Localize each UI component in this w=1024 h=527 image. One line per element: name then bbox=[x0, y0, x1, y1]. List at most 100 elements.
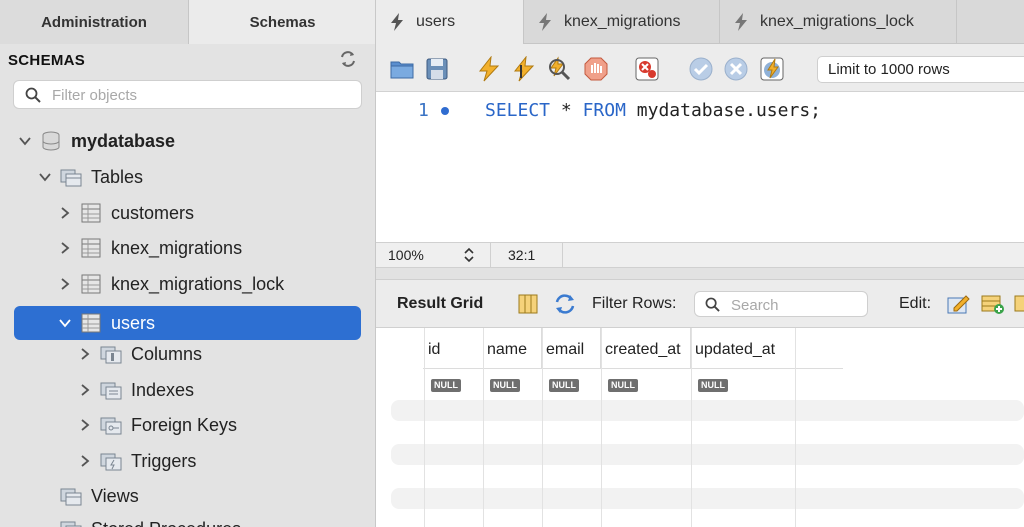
column-divider bbox=[795, 328, 796, 527]
explain-icon[interactable] bbox=[546, 56, 572, 82]
query-tab-label: users bbox=[416, 13, 456, 30]
tree-item-tables[interactable]: Tables bbox=[38, 160, 143, 194]
sql-editor[interactable]: 1 SELECT * FROM mydatabase.users; bbox=[376, 92, 1024, 242]
zoom-level[interactable]: 100% bbox=[388, 247, 424, 263]
zoom-stepper-icon[interactable] bbox=[462, 246, 476, 264]
tree-label-table: knex_migrations_lock bbox=[111, 273, 285, 294]
result-grid-title[interactable]: Result Grid bbox=[397, 295, 483, 313]
tree-item-table-users[interactable]: users bbox=[14, 306, 361, 340]
tree-item-indexes[interactable]: Indexes bbox=[78, 373, 194, 407]
null-value-badge[interactable]: NULL bbox=[698, 379, 728, 392]
delete-row-icon[interactable] bbox=[1014, 292, 1024, 316]
tree-item-table-customers[interactable]: customers bbox=[58, 196, 194, 230]
chevron-down-icon[interactable] bbox=[38, 170, 52, 184]
sql-star: * bbox=[560, 100, 572, 121]
editor-status-bar: 100% 32:1 bbox=[376, 242, 1024, 268]
commit-icon[interactable] bbox=[688, 56, 714, 82]
filter-rows-field[interactable] bbox=[694, 291, 868, 317]
chevron-right-icon[interactable] bbox=[58, 241, 72, 255]
tree-item-columns[interactable]: Columns bbox=[78, 337, 202, 371]
execute-statement-icon[interactable] bbox=[511, 56, 537, 82]
tree-item-mydatabase[interactable]: mydatabase bbox=[18, 124, 175, 158]
panel-splitter[interactable] bbox=[376, 268, 1024, 280]
column-header-name[interactable]: name bbox=[483, 328, 542, 368]
grid-layout-icon[interactable] bbox=[516, 292, 540, 316]
header-divider bbox=[423, 368, 843, 369]
table-icon bbox=[81, 313, 101, 333]
tree-item-table-knex-migrations[interactable]: knex_migrations bbox=[58, 231, 242, 265]
columns-folder-icon bbox=[100, 346, 122, 364]
column-header-updated-at[interactable]: updated_at bbox=[691, 328, 796, 368]
filter-objects-input[interactable] bbox=[52, 84, 352, 106]
sql-code-line[interactable]: SELECT * FROM mydatabase.users; bbox=[485, 100, 821, 121]
database-icon bbox=[42, 131, 60, 151]
lightning-icon bbox=[539, 13, 551, 31]
filter-rows-input[interactable] bbox=[731, 295, 861, 315]
schema-sidebar: Administration Schemas SCHEMAS mydatabas… bbox=[0, 0, 376, 527]
tree-item-table-knex-migrations-lock[interactable]: knex_migrations_lock bbox=[58, 267, 284, 301]
query-tab-users[interactable]: users bbox=[376, 0, 524, 44]
edit-label: Edit: bbox=[899, 295, 932, 312]
tree-item-triggers[interactable]: Triggers bbox=[78, 444, 196, 478]
tab-schemas[interactable]: Schemas bbox=[188, 0, 375, 44]
autocommit-icon[interactable] bbox=[759, 56, 785, 82]
tree-label-foreign-keys: Foreign Keys bbox=[131, 414, 238, 435]
chevron-right-icon[interactable] bbox=[78, 347, 92, 361]
insert-row-icon[interactable] bbox=[981, 292, 1005, 316]
rollback-icon[interactable] bbox=[723, 56, 749, 82]
query-tab-label: knex_migrations_lock bbox=[760, 13, 914, 30]
result-grid[interactable]: id name email created_at updated_at NULL… bbox=[376, 328, 1024, 527]
null-value-badge[interactable]: NULL bbox=[549, 379, 579, 392]
result-toolbar: Result Grid Filter Rows: Edit: bbox=[376, 280, 1024, 328]
limit-rows-select[interactable]: Limit to 1000 rows bbox=[817, 56, 1024, 83]
refresh-icon[interactable] bbox=[553, 292, 577, 316]
chevron-right-icon[interactable] bbox=[58, 206, 72, 220]
column-header-created-at[interactable]: created_at bbox=[601, 328, 691, 368]
line-number: 1 bbox=[418, 100, 429, 121]
edit-row-icon[interactable] bbox=[946, 292, 970, 316]
null-value-badge[interactable]: NULL bbox=[490, 379, 520, 392]
column-divider bbox=[601, 328, 602, 527]
query-tab-bar: users knex_migrations knex_migrations_lo… bbox=[376, 0, 1024, 44]
null-value-badge[interactable]: NULL bbox=[431, 379, 461, 392]
error-toggle-icon[interactable] bbox=[634, 56, 660, 82]
tree-item-foreign-keys[interactable]: Foreign Keys bbox=[78, 408, 237, 442]
open-folder-icon[interactable] bbox=[389, 56, 415, 82]
search-icon bbox=[705, 297, 720, 312]
stored-procedures-folder-icon bbox=[60, 521, 82, 527]
tree-label-table: customers bbox=[111, 202, 195, 223]
null-value-badge[interactable]: NULL bbox=[608, 379, 638, 392]
query-tab-knex-migrations-lock[interactable]: knex_migrations_lock bbox=[720, 0, 957, 44]
refresh-icon[interactable] bbox=[339, 50, 357, 68]
filter-objects-field[interactable] bbox=[13, 80, 362, 109]
table-icon bbox=[81, 274, 101, 294]
tab-administration[interactable]: Administration bbox=[0, 0, 188, 44]
sql-table-ref: mydatabase.users; bbox=[636, 100, 821, 121]
stop-icon[interactable] bbox=[583, 56, 609, 82]
chevron-down-icon[interactable] bbox=[58, 316, 72, 330]
column-header-email[interactable]: email bbox=[542, 328, 601, 368]
chevron-right-icon[interactable] bbox=[78, 418, 92, 432]
execute-icon[interactable] bbox=[476, 56, 502, 82]
search-icon bbox=[25, 87, 41, 103]
indexes-folder-icon bbox=[100, 382, 122, 400]
table-row[interactable] bbox=[391, 400, 1024, 421]
status-divider bbox=[490, 243, 491, 267]
query-tab-knex-migrations[interactable]: knex_migrations bbox=[524, 0, 720, 44]
table-row[interactable] bbox=[391, 488, 1024, 509]
tree-label-triggers: Triggers bbox=[131, 450, 197, 471]
chevron-right-icon[interactable] bbox=[78, 454, 92, 468]
table-row[interactable] bbox=[391, 444, 1024, 465]
chevron-right-icon[interactable] bbox=[58, 277, 72, 291]
tree-item-stored-procedures[interactable]: Stored Procedures bbox=[60, 512, 241, 527]
column-header-id[interactable]: id bbox=[424, 328, 484, 368]
column-divider bbox=[483, 328, 484, 527]
status-divider bbox=[562, 243, 563, 267]
table-icon bbox=[81, 203, 101, 223]
save-icon[interactable] bbox=[424, 56, 450, 82]
chevron-down-icon[interactable] bbox=[18, 134, 32, 148]
tree-item-views[interactable]: Views bbox=[60, 479, 139, 513]
sql-toolbar: Limit to 1000 rows bbox=[376, 44, 1024, 92]
triggers-folder-icon bbox=[100, 453, 122, 471]
chevron-right-icon[interactable] bbox=[78, 383, 92, 397]
